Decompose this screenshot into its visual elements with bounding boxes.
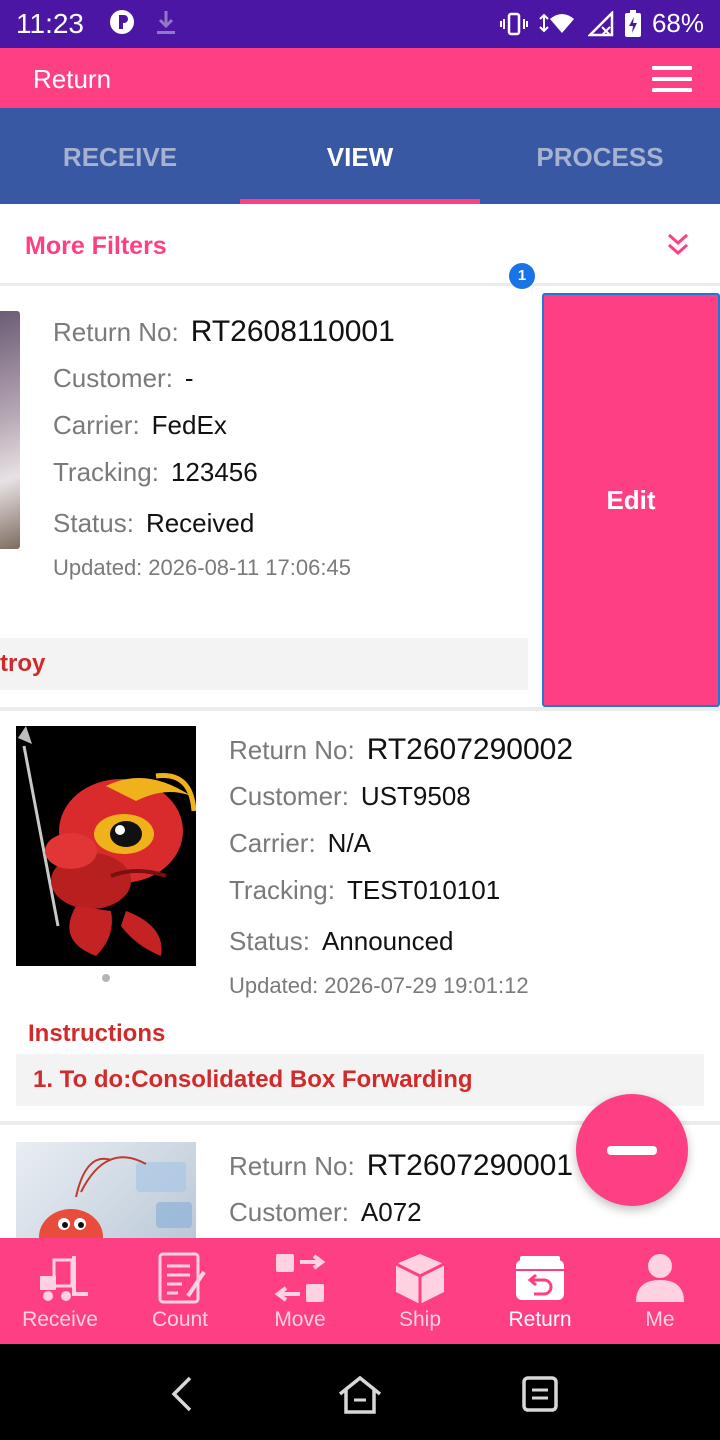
status-value: Announced (321, 926, 454, 956)
updated-label: Updated: (229, 973, 319, 998)
nav-label: Return (508, 1308, 572, 1331)
status-bar: 11:23 68% (0, 0, 720, 48)
tab-process[interactable]: PROCESS (480, 108, 720, 204)
system-nav-bar (0, 1344, 720, 1440)
tracking-value: 123456 (170, 457, 258, 487)
back-icon[interactable] (160, 1372, 204, 1416)
more-filters-label[interactable]: More Filters (25, 232, 167, 261)
nav-item-receive[interactable]: Receive (0, 1238, 120, 1344)
customer-value: UST9508 (360, 781, 471, 811)
customer-label: Customer: (229, 781, 349, 811)
updated-value: 2026-08-11 17:06:45 (148, 555, 351, 580)
signal-icon (587, 10, 614, 36)
nav-item-me[interactable]: Me (600, 1238, 720, 1344)
status-value: Received (145, 508, 255, 538)
return-no-label: Return No: (229, 1151, 355, 1181)
return-no-value: RT2607290002 (366, 733, 574, 766)
recents-icon[interactable] (518, 1372, 562, 1416)
lobster-mascot-image (16, 726, 196, 966)
nav-item-ship[interactable]: Ship (360, 1238, 480, 1344)
product-thumbnail[interactable] (16, 726, 196, 966)
product-thumbnail[interactable] (16, 1142, 196, 1238)
carrier-value: FedEx (151, 410, 227, 440)
clipboard-icon (158, 1252, 206, 1304)
shrimp-mascot-image (39, 1156, 192, 1238)
return-no-value: RT2607290001 (366, 1149, 574, 1182)
page-title: Return (33, 64, 112, 94)
carrier-value: N/A (327, 828, 372, 858)
customer-label: Customer: (229, 1197, 349, 1227)
home-icon[interactable] (338, 1372, 382, 1416)
customer-label: Customer: (53, 363, 173, 393)
product-thumbnail[interactable] (0, 311, 20, 549)
return-no-label: Return No: (229, 735, 355, 765)
filter-count-badge: 1 (509, 263, 535, 289)
double-chevron-down-icon[interactable] (666, 230, 690, 260)
box-icon (395, 1254, 445, 1304)
hamburger-menu-icon[interactable] (652, 66, 692, 92)
nav-label: Count (151, 1308, 209, 1331)
nav-label: Move (274, 1308, 326, 1331)
more-filters-bar[interactable]: More Filters (0, 204, 720, 286)
nav-item-move[interactable]: Move (240, 1238, 360, 1344)
move-arrows-icon (274, 1254, 326, 1302)
customer-value: A072 (360, 1197, 422, 1227)
battery-percent: 68% (651, 8, 704, 38)
forklift-icon (40, 1256, 88, 1301)
download-icon (157, 11, 175, 34)
return-card[interactable]: Return No: RT2608110001 Customer: - Carrie… (0, 293, 720, 707)
nav-label: Me (645, 1308, 675, 1331)
image-pager-dot (102, 974, 110, 982)
tracking-value: TEST010101 (346, 875, 501, 905)
bottom-nav: Receive Count Move Ship Return Me (0, 1238, 720, 1344)
tab-bar: RECEIVE VIEW PROCESS (0, 108, 720, 204)
app-bar: Return (0, 48, 720, 108)
nav-label: Receive (22, 1308, 98, 1331)
instruction-item: troy (0, 638, 528, 690)
tab-view[interactable]: VIEW (240, 108, 480, 204)
tab-receive[interactable]: RECEIVE (0, 108, 240, 204)
edit-button[interactable]: Edit (542, 293, 720, 707)
status-time: 11:23 (16, 8, 84, 39)
carrier-label: Carrier: (53, 410, 140, 440)
person-icon (636, 1254, 684, 1302)
status-label: Status: (53, 508, 134, 538)
updated-label: Updated: (53, 555, 143, 580)
instruction-item: 1. To do:Consolidated Box Forwarding (16, 1054, 704, 1106)
instructions-heading: Instructions (28, 1020, 166, 1047)
carrier-label: Carrier: (229, 828, 316, 858)
vibrate-icon (499, 12, 528, 35)
nav-item-count[interactable]: Count (120, 1238, 240, 1344)
customer-value: - (184, 363, 194, 393)
nav-item-return[interactable]: Return (480, 1238, 600, 1344)
status-label: Status: (229, 926, 310, 956)
nav-label: Ship (398, 1308, 442, 1331)
battery-charging-icon (624, 9, 641, 37)
return-box-icon (516, 1256, 564, 1300)
return-card[interactable]: Return No: RT2607290002 Customer: UST9508 … (0, 711, 720, 1121)
wifi-icon (539, 13, 574, 33)
minus-icon[interactable] (576, 1094, 688, 1206)
app-notification-icon (110, 10, 134, 34)
updated-value: 2026-07-29 19:01:12 (324, 973, 529, 998)
return-no-label: Return No: (53, 317, 179, 347)
tracking-label: Tracking: (53, 457, 159, 487)
tracking-label: Tracking: (229, 875, 335, 905)
return-no-value: RT2608110001 (190, 315, 395, 348)
